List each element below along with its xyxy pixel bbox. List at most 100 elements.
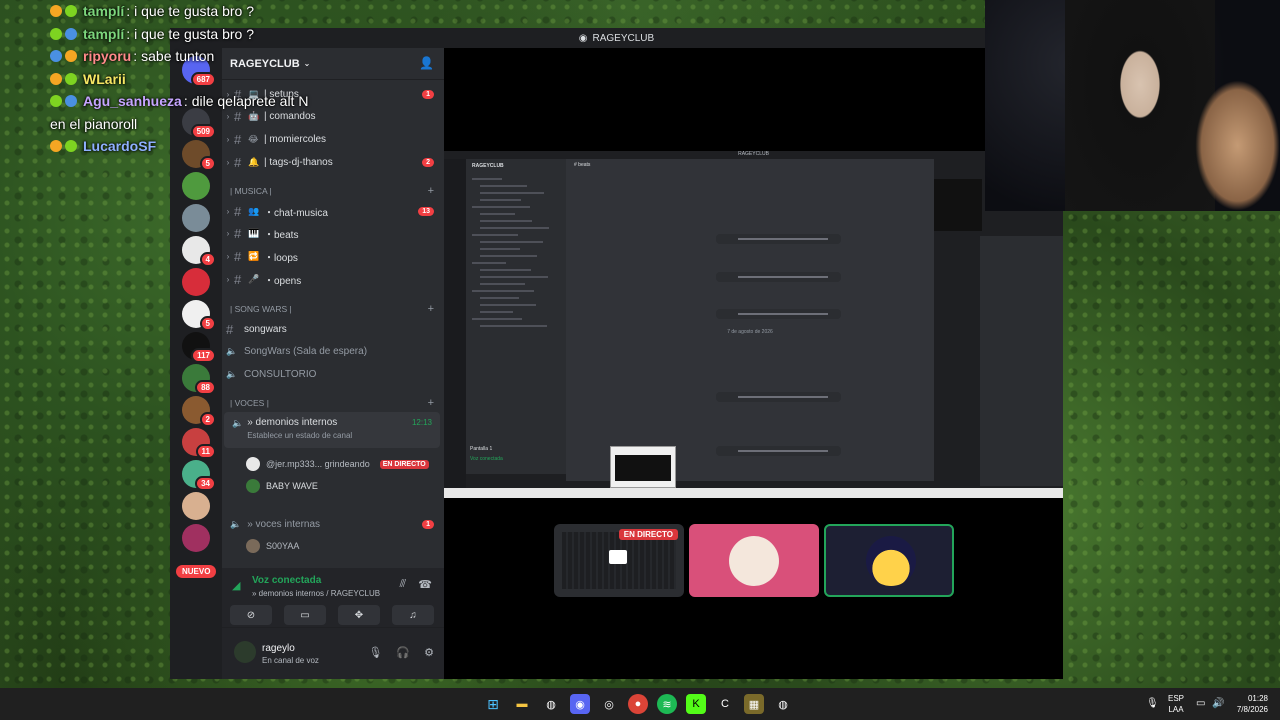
clock[interactable]: 01:28 7/8/2026 <box>1230 693 1268 715</box>
voice-channel-active[interactable]: 🔈» demonios internos Establece un estado … <box>224 412 440 448</box>
noise-suppression-icon[interactable]: ⫻ <box>399 578 406 591</box>
chrome-icon[interactable]: ● <box>628 694 648 714</box>
server-icon[interactable]: 4 <box>182 236 216 267</box>
channel-item[interactable]: › # 🎤 ・opens <box>222 268 444 290</box>
live-badge: EN DIRECTO <box>379 459 429 469</box>
screen-share-button[interactable]: ▭ <box>284 605 326 625</box>
server-icon[interactable] <box>182 492 210 520</box>
microphone-tray-icon[interactable]: 🎙 <box>1146 698 1159 709</box>
language-indicator[interactable]: ESP LAA <box>1168 693 1184 715</box>
voice-channel-item[interactable]: 🔈 » voces internas 1 <box>222 513 444 535</box>
activities-button[interactable]: ✥ <box>338 605 380 625</box>
avatar[interactable] <box>234 641 256 663</box>
disconnect-icon[interactable]: ☎ <box>418 578 432 591</box>
network-icon[interactable]: ▭ <box>1196 698 1205 709</box>
channel-item[interactable]: › # 👥 ・chat-musica 13 <box>222 200 444 222</box>
webcam-overlay <box>985 0 1280 211</box>
app-icon[interactable]: ◎ <box>599 694 619 714</box>
server-badge: 4 <box>199 252 216 267</box>
volume-icon[interactable]: 🔊 <box>1212 698 1224 709</box>
kick-icon[interactable]: K <box>686 694 706 714</box>
stream-tile[interactable]: EN DIRECTO <box>554 524 684 597</box>
chat-text: sabe tunton <box>141 48 215 65</box>
mini-channel-line <box>480 297 519 299</box>
steam-icon[interactable]: ◍ <box>773 694 793 714</box>
windows-start-icon[interactable]: ⊞ <box>483 694 503 714</box>
channel-item[interactable]: # songwars <box>222 318 444 340</box>
chat-text: dile qelaprete alt N <box>191 93 309 110</box>
mini-server-name: RAGEYCLUB <box>472 163 504 169</box>
mini-channel-line <box>480 283 525 285</box>
voice-member[interactable]: @jer.mp333... grindeando EN DIRECTO <box>246 454 429 474</box>
badge-icon <box>50 50 62 63</box>
camera-button[interactable]: ⊘ <box>230 605 272 625</box>
spotify-icon[interactable]: ≋ <box>657 694 677 714</box>
discord-logo-icon: ◉ <box>578 32 588 44</box>
category-header[interactable]: | MUSICA | + <box>230 183 440 199</box>
badge-icon <box>50 5 62 18</box>
server-icon[interactable]: 88 <box>182 364 216 395</box>
mini-channel-line <box>472 290 534 292</box>
server-icon[interactable]: 2 <box>182 396 216 427</box>
audio-player <box>716 446 841 456</box>
avatar <box>246 539 260 553</box>
voice-member[interactable]: S00YAA <box>246 536 299 556</box>
game-icon[interactable]: ▦ <box>744 694 764 714</box>
category-header[interactable]: | VOCES | + <box>230 395 440 411</box>
discord-icon[interactable]: ◉ <box>570 694 590 714</box>
server-icon[interactable] <box>182 524 210 552</box>
microphone-icon[interactable]: 🎙 <box>368 646 382 659</box>
camera-off-icon: ⊘ <box>246 609 256 621</box>
chat-message: Agu_sanhueza: dile qelaprete alt N <box>50 90 308 113</box>
server-icon[interactable] <box>182 268 210 296</box>
chat-text: en el pianoroll <box>50 115 138 132</box>
add-channel-icon[interactable]: + <box>428 185 434 197</box>
category-header[interactable]: | SONG WARS | + <box>230 301 440 317</box>
server-icon[interactable]: 5 <box>182 300 216 331</box>
channel-name: ・chat-musica <box>264 207 328 219</box>
add-user-icon[interactable]: 👤 <box>419 56 434 70</box>
server-badge: 5 <box>199 316 216 331</box>
channel-item[interactable]: 🔈 CONSULTORIO <box>222 363 444 385</box>
mini-channel-name: # beats <box>574 162 591 168</box>
channel-emoji-icon: 👥 <box>248 205 260 216</box>
server-icon[interactable] <box>182 204 210 232</box>
screen-share-view[interactable]: RAGEYCLUB RAGEYCLUB Pantalla 1 Voz conec… <box>444 151 1063 498</box>
badge-icon <box>65 95 77 108</box>
stream-area[interactable]: RAGEYCLUB RAGEYCLUB Pantalla 1 Voz conec… <box>444 48 1063 679</box>
add-channel-icon[interactable]: + <box>428 303 434 315</box>
channel-emoji-icon: 🎹 <box>248 228 260 239</box>
server-icon[interactable] <box>182 172 210 200</box>
unread-badge: 13 <box>418 206 434 216</box>
voice-channel-path[interactable]: » demonios internos / RAGEYCLUB <box>252 589 380 598</box>
file-explorer-icon[interactable]: ▬ <box>512 694 532 714</box>
channel-item[interactable]: 🔈 SongWars (Sala de espera) <box>222 341 444 363</box>
headphones-icon[interactable]: 🎧 <box>396 646 410 659</box>
server-icon[interactable]: 34 <box>182 460 216 491</box>
mini-server-rail <box>444 159 466 489</box>
chat-username: Agu_sanhueza <box>83 93 182 110</box>
gear-icon[interactable]: ⚙ <box>424 646 434 659</box>
chat-badges <box>50 27 77 40</box>
participant-tile[interactable] <box>824 524 954 597</box>
mini-channel-line <box>480 185 527 187</box>
server-icon[interactable]: 11 <box>182 428 216 459</box>
voice-channel-name: » demonios internos <box>247 417 338 428</box>
voice-channel-status[interactable]: Establece un estado de canal <box>247 431 352 440</box>
mini-channel-line <box>480 220 532 222</box>
server-icon[interactable]: 117 <box>182 332 216 363</box>
soundboard-button[interactable]: ♫ <box>392 605 434 625</box>
steam-icon[interactable]: ◍ <box>541 694 561 714</box>
mini-channel-line <box>480 269 531 271</box>
app-icon[interactable]: C <box>715 694 735 714</box>
voice-member[interactable]: BABY WAVE <box>246 476 318 496</box>
channel-item[interactable]: › # 🎹 ・beats <box>222 223 444 245</box>
username[interactable]: rageylo <box>262 643 295 654</box>
add-channel-icon[interactable]: + <box>428 397 434 409</box>
new-messages-pill[interactable]: NUEVO <box>176 565 217 578</box>
participant-tile[interactable] <box>689 524 819 597</box>
channel-item[interactable]: › # 🔁 ・loops <box>222 245 444 267</box>
chat-separator: : <box>126 3 131 20</box>
badge-icon <box>50 72 62 85</box>
badge-icon <box>65 27 77 40</box>
